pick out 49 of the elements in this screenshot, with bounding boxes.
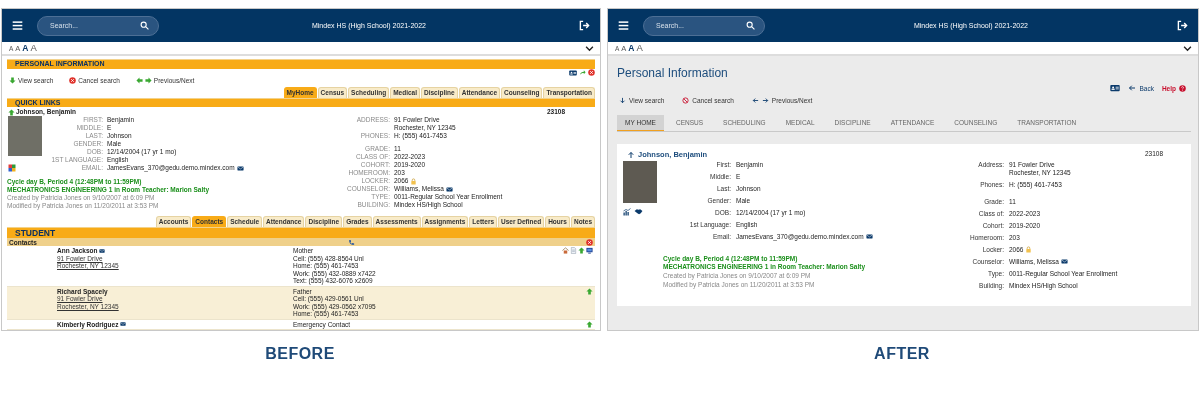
chevron-down-icon[interactable] (585, 43, 594, 53)
no-entry-icon (682, 97, 690, 104)
caption: BEFORE (264, 345, 336, 363)
help-icon (1179, 84, 1186, 92)
mail-icon[interactable] (445, 185, 453, 193)
arrow-up-icon (8, 108, 15, 116)
mail-icon[interactable] (865, 233, 873, 241)
close-icon[interactable] (588, 69, 595, 76)
id-card-icon[interactable] (1110, 83, 1121, 93)
arrow-left-icon (751, 97, 759, 104)
logout-icon[interactable] (1177, 20, 1188, 31)
monitor-icon[interactable] (586, 247, 593, 254)
font-size-button[interactable]: A (22, 44, 29, 53)
close-icon (69, 77, 77, 84)
arrow-up-icon[interactable] (586, 287, 593, 295)
chart-icon[interactable] (623, 207, 631, 216)
menu-icon[interactable] (12, 20, 23, 31)
home-icon[interactable] (562, 247, 569, 254)
mail-icon[interactable] (236, 164, 244, 172)
arrow-left-icon (1128, 84, 1137, 92)
arrow-left-icon (135, 77, 143, 84)
chevron-down-icon[interactable] (1183, 43, 1192, 53)
logout-icon[interactable] (579, 20, 590, 31)
page-title: Personal Information (617, 66, 729, 80)
menu-icon[interactable] (618, 20, 629, 31)
arrow-down-icon (9, 77, 16, 84)
arrow-down-icon (619, 97, 626, 104)
search-icon[interactable] (140, 20, 149, 30)
section-header: STUDENT (7, 227, 595, 238)
curved-arrow-icon[interactable] (579, 69, 586, 76)
arrow-right-icon (761, 97, 769, 104)
lock-icon (410, 177, 418, 185)
caption: AFTER (873, 345, 931, 363)
phone-icon[interactable] (347, 238, 355, 246)
arrow-up-icon[interactable] (586, 320, 593, 328)
font-size-button[interactable]: A (628, 44, 635, 53)
id-card-icon[interactable] (569, 68, 577, 77)
search-icon[interactable] (746, 20, 755, 30)
four-squares-icon[interactable] (8, 164, 16, 172)
photo-placeholder (8, 116, 42, 156)
mail-icon[interactable] (99, 247, 106, 254)
arrow-right-icon (144, 77, 152, 84)
arrow-up-icon (627, 150, 635, 159)
font-size-button[interactable]: A (636, 43, 643, 53)
lock-icon (1025, 246, 1033, 254)
mail-icon[interactable] (120, 321, 127, 328)
photo-placeholder (623, 161, 657, 203)
font-size-button[interactable]: A (30, 43, 37, 53)
mail-icon[interactable] (1060, 258, 1068, 266)
